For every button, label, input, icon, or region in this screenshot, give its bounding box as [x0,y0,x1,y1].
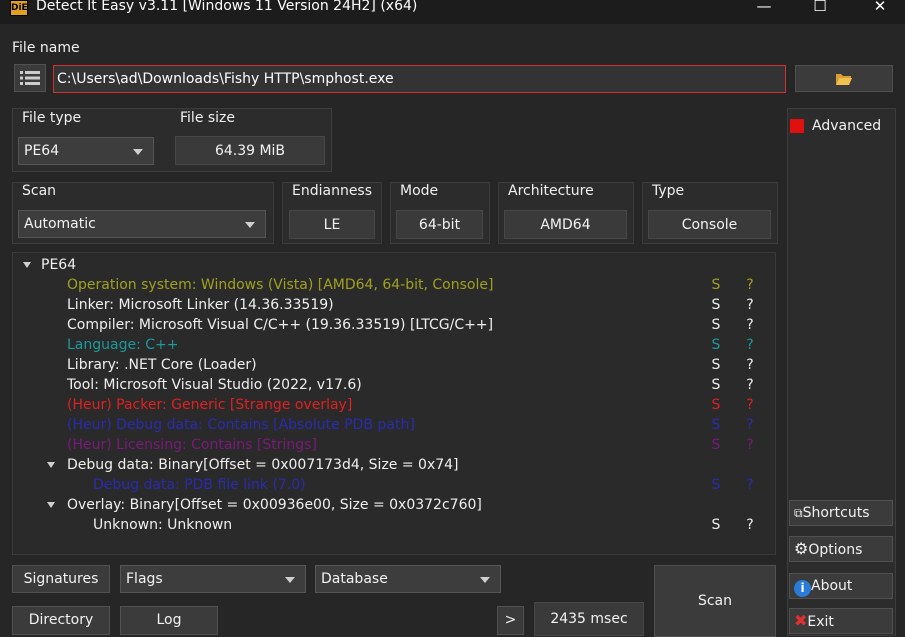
exit-label: Exit [807,614,834,630]
collapse-arrow-icon[interactable] [23,262,31,268]
flags-label: Flags [126,571,163,587]
file-size-value: 64.39 MiB [175,136,325,165]
more-button[interactable]: > [497,606,524,635]
info-flag[interactable]: ? [744,275,756,295]
file-path-input[interactable]: C:\Users\ad\Downloads\Fishy HTTP\smphost… [53,65,786,93]
info-flag[interactable]: ? [744,415,756,435]
signature-flag[interactable]: S [710,395,722,415]
file-type-value: PE64 [24,143,60,159]
signature-flag[interactable]: S [710,375,722,395]
shortcuts-icon: ⧉ [794,506,803,520]
about-button[interactable]: i About [789,573,893,599]
signature-flag[interactable]: S [710,335,722,355]
tree-row[interactable]: Operation system: Windows (Vista) [AMD64… [67,275,493,295]
maximize-button[interactable]: ☐ [800,0,840,17]
scan-label: Scan [22,183,57,199]
database-select[interactable]: Database [315,565,501,593]
log-button[interactable]: Log [120,606,218,635]
database-label: Database [321,571,388,587]
endianness-value: LE [289,210,375,239]
signature-flag[interactable]: S [710,415,722,435]
tree-row[interactable]: Compiler: Microsoft Visual C/C++ (19.36.… [67,315,493,335]
info-flag[interactable]: ? [744,355,756,375]
file-type-select[interactable]: PE64 [18,137,154,165]
architecture-label: Architecture [508,183,594,199]
gear-icon: ⚙ [794,539,809,558]
advanced-label[interactable]: Advanced [812,118,881,134]
tree-row[interactable]: Overlay: Binary[Offset = 0x00936e00, Siz… [67,495,482,515]
signature-flag[interactable]: S [710,435,722,455]
signature-flag[interactable]: S [710,355,722,375]
chevron-down-icon [480,577,490,583]
tree-row[interactable]: (Heur) Packer: Generic [Strange overlay] [67,395,352,415]
minimize-button[interactable]: — [744,0,784,17]
chevron-down-icon [285,577,295,583]
tree-row[interactable]: Language: C++ [67,335,179,355]
menu-button[interactable] [14,64,46,92]
browse-button[interactable] [795,65,893,92]
type-label: Type [652,183,685,199]
info-flag[interactable]: ? [744,475,756,495]
info-flag[interactable]: ? [744,375,756,395]
info-flag[interactable]: ? [744,515,756,535]
options-label: Options [808,542,863,558]
scan-mode-value: Automatic [24,216,96,232]
info-flag[interactable]: ? [744,295,756,315]
info-icon: i [794,580,811,597]
shortcuts-button[interactable]: ⧉Shortcuts [789,500,893,526]
close-button[interactable]: ✕ [860,0,900,17]
scan-button[interactable]: Scan [654,565,776,637]
signature-flag[interactable]: S [710,275,722,295]
app-logo-icon: DiE [10,0,28,16]
list-menu-icon [20,71,40,85]
results-tree[interactable]: PE64 Operation system: Windows (Vista) [… [12,252,776,555]
signature-flag[interactable]: S [710,295,722,315]
options-button[interactable]: ⚙Options [789,536,893,562]
signatures-button[interactable]: Signatures [12,565,110,593]
signature-flag[interactable]: S [710,475,722,495]
info-flag[interactable]: ? [744,315,756,335]
flags-select[interactable]: Flags [120,565,306,593]
tree-root[interactable]: PE64 [41,255,76,275]
chevron-down-icon [133,149,143,155]
about-label: About [811,578,853,594]
tree-row[interactable]: (Heur) Debug data: Contains [Absolute PD… [67,415,415,435]
folder-open-icon [836,74,852,85]
info-flag[interactable]: ? [744,335,756,355]
tree-row[interactable]: Debug data: Binary[Offset = 0x007173d4, … [67,455,459,475]
tree-row[interactable]: Tool: Microsoft Visual Studio (2022, v17… [67,375,362,395]
tree-row[interactable]: Linker: Microsoft Linker (14.36.33519) [67,295,334,315]
architecture-value: AMD64 [504,210,627,239]
signature-flag[interactable]: S [710,515,722,535]
scan-mode-select[interactable]: Automatic [18,210,266,238]
file-size-label: File size [180,110,236,126]
window-title: Detect It Easy v3.11 [Windows 11 Version… [36,0,418,14]
file-type-label: File type [22,110,82,126]
file-name-label: File name [12,40,80,56]
collapse-arrow-icon[interactable] [47,462,55,468]
tree-row[interactable]: Debug data: PDB file link (7.0) [93,475,306,495]
endianness-label: Endianness [292,183,373,199]
mode-label: Mode [400,183,439,199]
exit-button[interactable]: ✖Exit [789,608,893,634]
tree-row[interactable]: Unknown: Unknown [93,515,232,535]
scan-time-value: 2435 msec [534,602,644,636]
exit-x-icon: ✖ [794,611,808,630]
directory-button[interactable]: Directory [12,606,110,635]
info-flag[interactable]: ? [744,435,756,455]
shortcuts-label: Shortcuts [802,505,870,521]
collapse-arrow-icon[interactable] [47,502,55,508]
advanced-checkbox[interactable] [790,119,804,133]
chevron-down-icon [245,222,255,228]
tree-row[interactable]: Library: .NET Core (Loader) [67,355,257,375]
type-value: Console [648,210,771,239]
tree-row[interactable]: (Heur) Licensing: Contains [Strings] [67,435,317,455]
signature-flag[interactable]: S [710,315,722,335]
mode-value: 64-bit [396,210,483,239]
info-flag[interactable]: ? [744,395,756,415]
